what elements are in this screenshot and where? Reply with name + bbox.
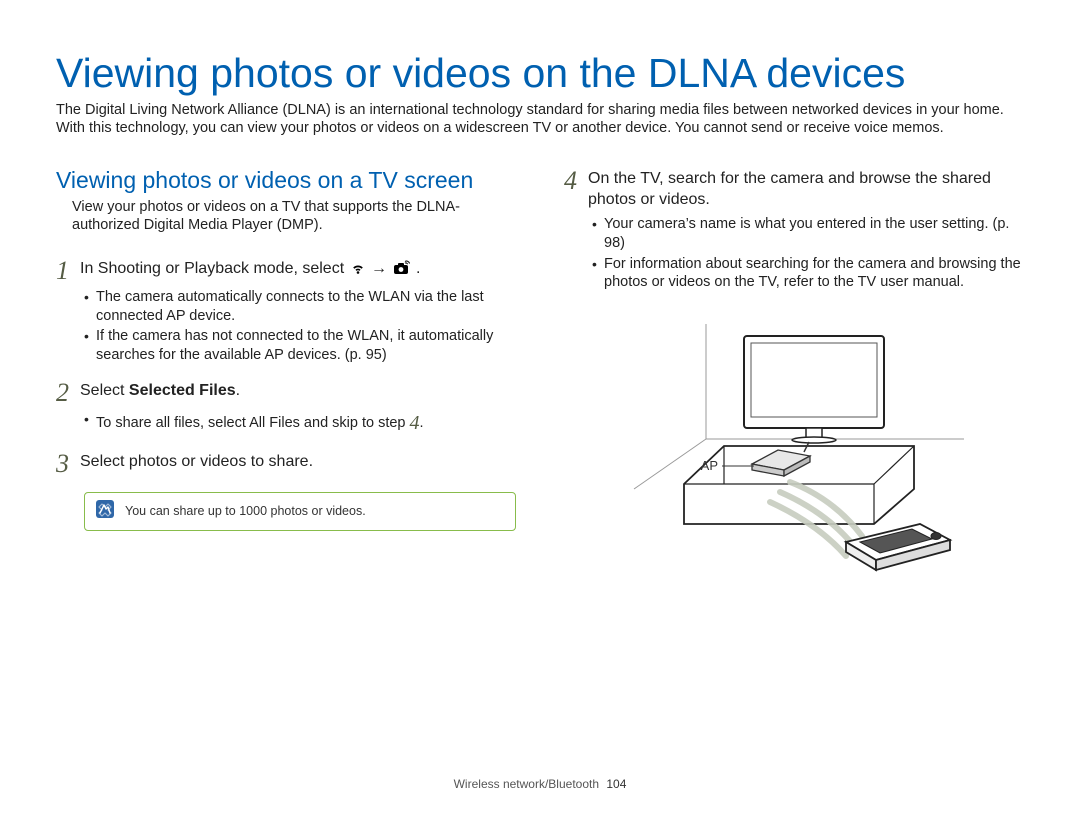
note-box: You can share up to 1000 photos or video…: [84, 492, 516, 531]
step-4: 4 On the TV, search for the camera and b…: [564, 167, 1024, 211]
step-body: Select Selected Files.: [80, 379, 240, 402]
step-number: 4: [564, 167, 588, 194]
step-2-text-post: .: [236, 382, 240, 399]
step-1-text-pre: In Shooting or Playback mode, select: [80, 260, 349, 277]
list-item: Your camera’s name is what you entered i…: [592, 215, 1024, 255]
wifi-icon: [350, 260, 366, 276]
step-number: 1: [56, 257, 80, 284]
bullet-text-pre: To share all files, select: [96, 415, 249, 431]
step-number: 3: [56, 450, 80, 477]
bullet-inline-number: 4: [410, 412, 420, 434]
bullet-bold: All Files: [249, 415, 300, 431]
step-number: 2: [56, 379, 80, 406]
arrow-text: →: [371, 260, 387, 277]
two-column-layout: Viewing photos or videos on a TV screen …: [56, 167, 1024, 584]
step-body: In Shooting or Playback mode, select →: [80, 257, 420, 280]
bullet-text-mid: and skip to step: [300, 415, 410, 431]
tv-icon: [744, 336, 884, 443]
note-text: You can share up to 1000 photos or video…: [125, 504, 366, 518]
step-2-bold: Selected Files: [129, 382, 236, 399]
column-right: 4 On the TV, search for the camera and b…: [564, 167, 1024, 584]
bullet-text-post: .: [420, 415, 424, 431]
step-4-bullets: Your camera’s name is what you entered i…: [564, 215, 1024, 294]
footer-page-number: 104: [606, 777, 626, 791]
subheading-intro: View your photos or videos on a TV that …: [72, 198, 516, 234]
step-1: 1 In Shooting or Playback mode, select →: [56, 257, 516, 284]
list-item: The camera automatically connects to the…: [84, 288, 516, 328]
step-2-bullets: To share all files, select All Files and…: [56, 410, 516, 438]
column-left: Viewing photos or videos on a TV screen …: [56, 167, 516, 584]
list-item: To share all files, select All Files and…: [84, 410, 516, 438]
step-3: 3 Select photos or videos to share.: [56, 450, 516, 477]
step-1-text-post: .: [416, 260, 420, 277]
subheading: Viewing photos or videos on a TV screen: [56, 167, 516, 194]
page-title: Viewing photos or videos on the DLNA dev…: [56, 50, 1024, 97]
note-icon: [95, 499, 115, 524]
step-body: Select photos or videos to share.: [80, 450, 313, 473]
manual-page: Viewing photos or videos on the DLNA dev…: [0, 0, 1080, 815]
camera-share-icon: [393, 260, 411, 276]
list-item: For information about searching for the …: [592, 255, 1024, 295]
page-intro: The Digital Living Network Alliance (DLN…: [56, 101, 1024, 137]
list-item: If the camera has not connected to the W…: [84, 327, 516, 367]
page-footer: Wireless network/Bluetooth 104: [0, 777, 1080, 791]
footer-section-label: Wireless network/Bluetooth: [454, 777, 599, 791]
step-body: On the TV, search for the camera and bro…: [588, 167, 1024, 211]
ap-label: AP: [701, 458, 718, 473]
step-2-text-pre: Select: [80, 382, 129, 399]
dlna-diagram: AP: [564, 324, 1024, 584]
step-2: 2 Select Selected Files.: [56, 379, 516, 406]
step-1-bullets: The camera automatically connects to the…: [56, 288, 516, 367]
